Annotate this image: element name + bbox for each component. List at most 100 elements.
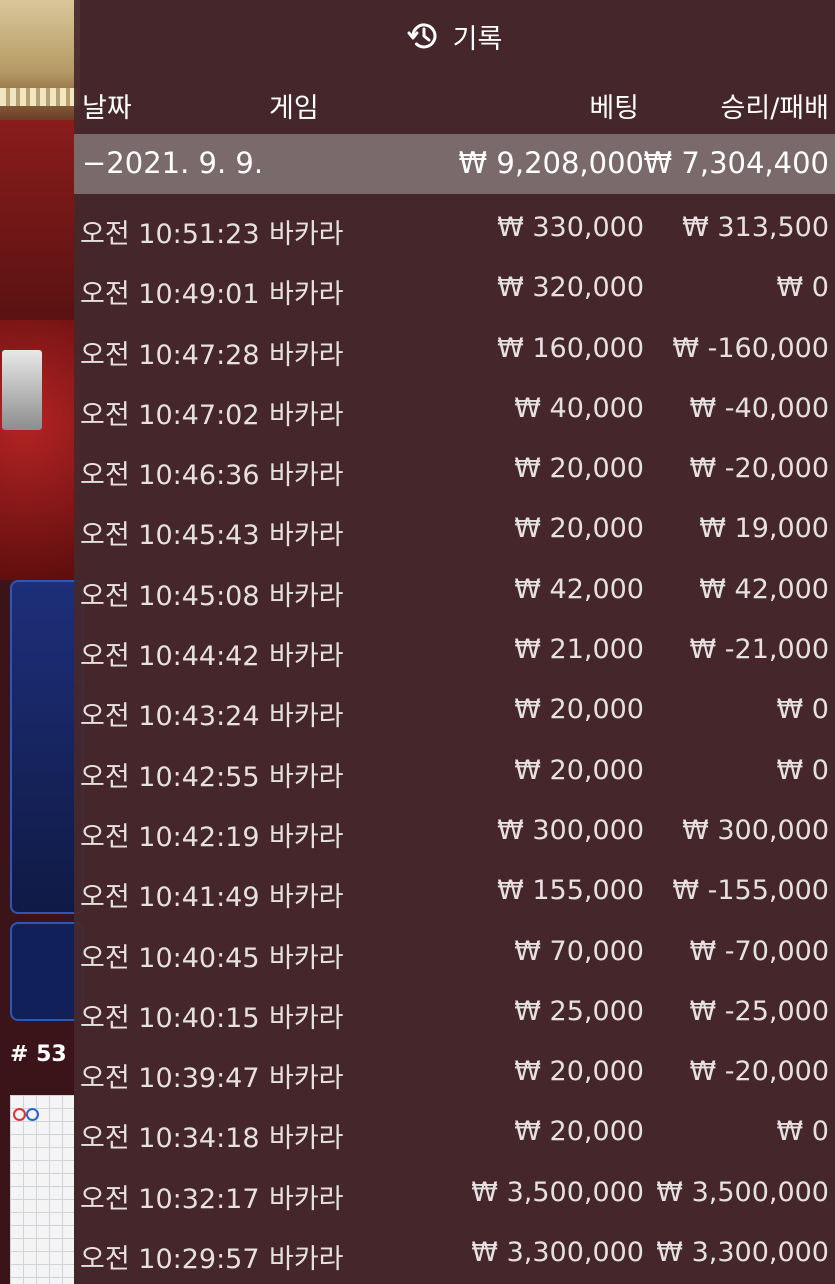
history-row[interactable]: 오전 10:40:45 바카라 ₩ 70,000 ₩ -70,000 <box>74 923 835 983</box>
row-time: 오전 10:43:24 <box>80 701 260 733</box>
row-bet: ₩ 300,000 <box>497 814 644 846</box>
row-bet: ₩ 42,000 <box>514 573 644 605</box>
bet-area-panel-secondary[interactable] <box>10 922 84 1021</box>
row-time: 오전 10:34:18 <box>80 1123 260 1155</box>
row-game: 바카라 <box>269 1244 344 1276</box>
history-row[interactable]: 오전 10:40:15 바카라 ₩ 25,000 ₩ -25,000 <box>74 983 835 1043</box>
row-win-loss: ₩ 300,000 <box>682 814 829 846</box>
history-row[interactable]: 오전 10:32:17 바카라 ₩ 3,500,000 ₩ 3,500,000 <box>74 1164 835 1224</box>
row-time: 오전 10:45:43 <box>80 520 260 552</box>
row-game: 바카라 <box>269 701 344 733</box>
row-time: 오전 10:32:17 <box>80 1183 260 1215</box>
group-total-bet: ₩ 9,208,000 <box>458 146 644 180</box>
row-time: 오전 10:47:28 <box>80 339 260 371</box>
history-row[interactable]: 오전 10:47:28 바카라 ₩ 160,000 ₩ -160,000 <box>74 320 835 380</box>
row-game: 바카라 <box>269 279 344 311</box>
row-bet: ₩ 20,000 <box>514 513 644 545</box>
history-row[interactable]: 오전 10:45:08 바카라 ₩ 42,000 ₩ 42,000 <box>74 561 835 621</box>
row-time: 오전 10:29:57 <box>80 1244 260 1276</box>
row-win-loss: ₩ 313,500 <box>682 212 829 243</box>
row-time: 오전 10:47:02 <box>80 399 260 431</box>
bet-area-panel[interactable] <box>10 580 84 914</box>
row-win-loss: ₩ -20,000 <box>689 1056 830 1088</box>
history-row[interactable]: 오전 10:29:57 바카라 ₩ 3,300,000 ₩ 3,300,000 <box>74 1224 835 1284</box>
row-bet: ₩ 20,000 <box>514 694 644 726</box>
panel-title: 기록 <box>452 23 503 55</box>
column-header-row: 날짜 게임 베팅 승리/패배 <box>74 72 835 134</box>
row-game: 바카라 <box>269 942 344 974</box>
wall-decoration <box>0 120 80 320</box>
row-win-loss: ₩ 19,000 <box>699 513 829 545</box>
history-icon[interactable] <box>407 19 441 53</box>
row-win-loss: ₩ 0 <box>776 754 829 786</box>
history-row[interactable]: 오전 10:49:01 바카라 ₩ 320,000 ₩ 0 <box>74 259 835 319</box>
history-row[interactable]: 오전 10:34:18 바카라 ₩ 20,000 ₩ 0 <box>74 1103 835 1163</box>
row-win-loss: ₩ 42,000 <box>699 573 829 605</box>
row-game: 바카라 <box>269 641 344 673</box>
row-bet: ₩ 21,000 <box>514 634 644 666</box>
history-row[interactable]: 오전 10:45:43 바카라 ₩ 20,000 ₩ 19,000 <box>74 500 835 560</box>
panel-header: 기록 <box>74 0 835 72</box>
row-game: 바카라 <box>269 1123 344 1155</box>
column-game[interactable]: 게임 <box>269 86 319 125</box>
row-bet: ₩ 20,000 <box>514 1116 644 1148</box>
row-time: 오전 10:42:55 <box>80 761 260 793</box>
history-panel: 기록 날짜 게임 베팅 승리/패배 −2021. 9. 9. ₩ 9,208,0… <box>74 0 835 1284</box>
row-bet: ₩ 3,500,000 <box>471 1176 644 1208</box>
history-row[interactable]: 오전 10:46:36 바카라 ₩ 20,000 ₩ -20,000 <box>74 440 835 500</box>
row-bet: ₩ 320,000 <box>497 272 644 304</box>
column-bet[interactable]: 베팅 <box>589 86 639 125</box>
history-row[interactable]: 오전 10:41:49 바카라 ₩ 155,000 ₩ -155,000 <box>74 862 835 922</box>
row-time: 오전 10:39:47 <box>80 1063 260 1095</box>
history-row[interactable]: 오전 10:39:47 바카라 ₩ 20,000 ₩ -20,000 <box>74 1043 835 1103</box>
row-bet: ₩ 155,000 <box>497 875 644 907</box>
round-number: # 53 <box>10 1042 67 1067</box>
row-win-loss: ₩ 0 <box>776 272 829 304</box>
row-bet: ₩ 70,000 <box>514 935 644 967</box>
row-bet: ₩ 40,000 <box>514 392 644 424</box>
column-date[interactable]: 날짜 <box>82 86 132 125</box>
row-bet: ₩ 20,000 <box>514 1056 644 1088</box>
row-time: 오전 10:41:49 <box>80 882 260 914</box>
history-row[interactable]: 오전 10:42:19 바카라 ₩ 300,000 ₩ 300,000 <box>74 802 835 862</box>
row-win-loss: ₩ -25,000 <box>689 995 830 1027</box>
row-win-loss: ₩ 0 <box>776 1116 829 1148</box>
row-time: 오전 10:45:08 <box>80 580 260 612</box>
row-win-loss: ₩ 0 <box>776 694 829 726</box>
row-win-loss: ₩ -40,000 <box>689 392 830 424</box>
row-game: 바카라 <box>269 821 344 853</box>
group-date: −2021. 9. 9. <box>82 146 264 180</box>
row-time: 오전 10:46:36 <box>80 460 260 492</box>
row-win-loss: ₩ -70,000 <box>689 935 830 967</box>
curtain-decoration <box>0 0 80 120</box>
row-time: 오전 10:40:45 <box>80 942 260 974</box>
history-list: 오전 10:51:23 바카라 ₩ 330,000 ₩ 313,500 오전 10:49… <box>74 199 835 1284</box>
row-time: 오전 10:40:15 <box>80 1002 260 1034</box>
card-shoe <box>2 350 42 430</box>
row-bet: ₩ 20,000 <box>514 453 644 485</box>
history-row[interactable]: 오전 10:51:23 바카라 ₩ 330,000 ₩ 313,500 <box>74 199 835 259</box>
history-row[interactable]: 오전 10:44:42 바카라 ₩ 21,000 ₩ -21,000 <box>74 621 835 681</box>
row-time: 오전 10:51:23 <box>80 219 260 250</box>
history-row[interactable]: 오전 10:42:55 바카라 ₩ 20,000 ₩ 0 <box>74 742 835 802</box>
row-game: 바카라 <box>269 399 344 431</box>
row-bet: ₩ 3,300,000 <box>471 1237 644 1269</box>
history-row[interactable]: 오전 10:47:02 바카라 ₩ 40,000 ₩ -40,000 <box>74 380 835 440</box>
column-win-loss[interactable]: 승리/패배 <box>721 86 829 125</box>
row-game: 바카라 <box>269 219 344 250</box>
row-game: 바카라 <box>269 1183 344 1215</box>
row-game: 바카라 <box>269 339 344 371</box>
bead-road-grid <box>10 1095 74 1284</box>
row-game: 바카라 <box>269 882 344 914</box>
date-group-row[interactable]: −2021. 9. 9. ₩ 9,208,000 ₩ 7,304,400 <box>74 134 835 194</box>
row-time: 오전 10:44:42 <box>80 641 260 673</box>
row-time: 오전 10:49:01 <box>80 279 260 311</box>
row-game: 바카라 <box>269 520 344 552</box>
row-win-loss: ₩ -20,000 <box>689 453 830 485</box>
row-game: 바카라 <box>269 1063 344 1095</box>
row-game: 바카라 <box>269 580 344 612</box>
row-win-loss: ₩ -155,000 <box>672 875 829 907</box>
row-win-loss: ₩ 3,500,000 <box>656 1176 829 1208</box>
history-row[interactable]: 오전 10:43:24 바카라 ₩ 20,000 ₩ 0 <box>74 681 835 741</box>
row-game: 바카라 <box>269 1002 344 1034</box>
